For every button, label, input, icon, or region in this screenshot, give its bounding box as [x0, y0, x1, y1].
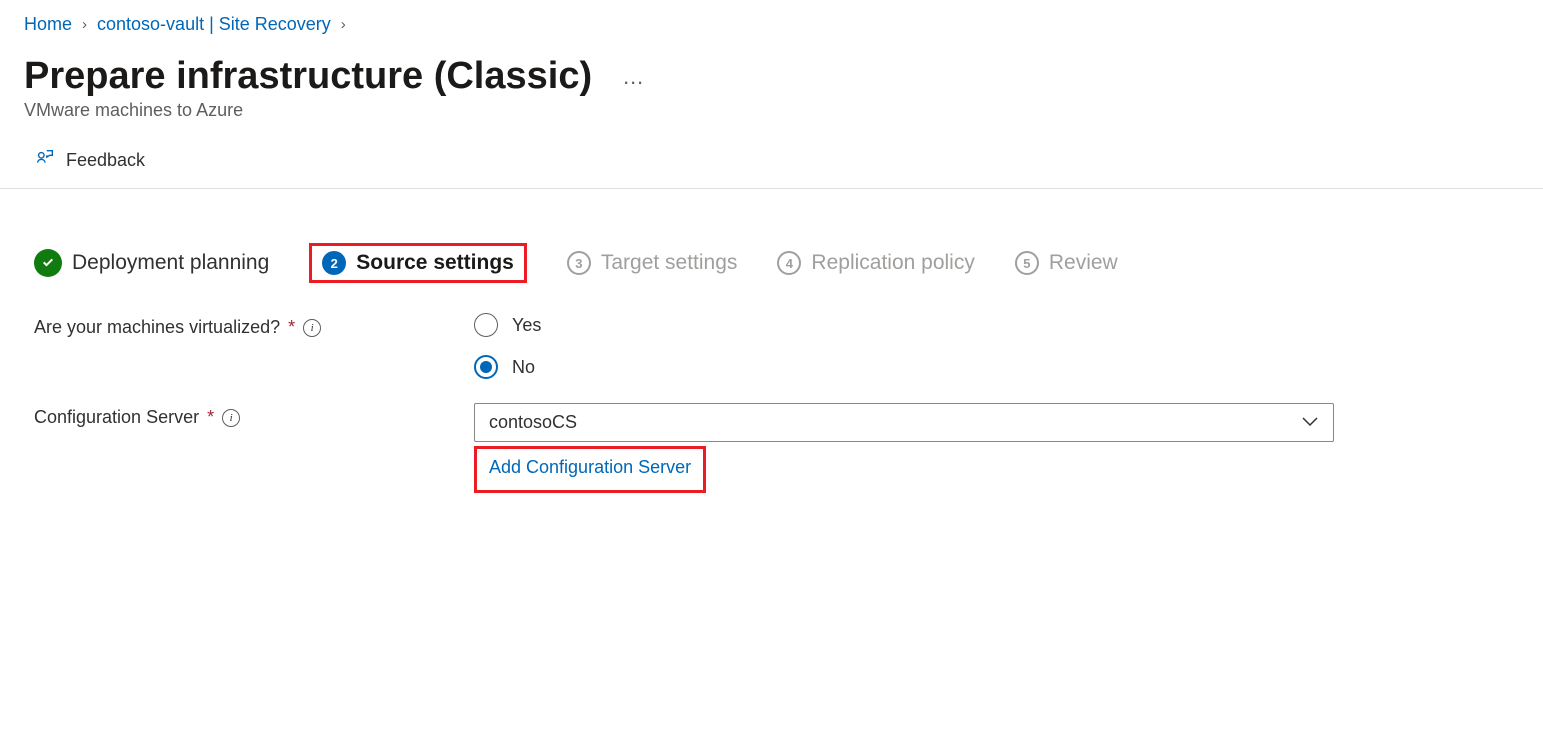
- page-title: Prepare infrastructure (Classic): [24, 55, 592, 98]
- radio-label: Yes: [512, 315, 541, 336]
- virtualized-label-text: Are your machines virtualized?: [34, 317, 280, 338]
- radio-label: No: [512, 357, 535, 378]
- step-number-icon: 3: [567, 251, 591, 275]
- radio-icon: [474, 355, 498, 379]
- step-label: Deployment planning: [72, 251, 269, 275]
- radio-yes[interactable]: Yes: [474, 313, 541, 337]
- more-actions-button[interactable]: …: [622, 64, 646, 90]
- toolbar: Feedback: [0, 137, 1543, 189]
- config-server-controls: contosoCS Add Configuration Server: [474, 403, 1334, 493]
- feedback-button[interactable]: Feedback: [34, 147, 145, 174]
- field-label: Configuration Server * i: [34, 403, 474, 428]
- step-deployment-planning[interactable]: Deployment planning: [34, 249, 269, 277]
- field-label: Are your machines virtualized? * i: [34, 313, 474, 338]
- breadcrumb-home[interactable]: Home: [24, 14, 72, 35]
- field-virtualized: Are your machines virtualized? * i Yes N…: [34, 313, 1509, 379]
- radio-icon: [474, 313, 498, 337]
- chevron-down-icon: [1301, 412, 1319, 433]
- breadcrumb-vault[interactable]: contoso-vault | Site Recovery: [97, 14, 331, 35]
- page-subtitle: VMware machines to Azure: [0, 100, 1543, 137]
- field-configuration-server: Configuration Server * i contosoCS Add C…: [34, 403, 1509, 493]
- configuration-server-dropdown[interactable]: contosoCS: [474, 403, 1334, 442]
- highlight-add-config-server: Add Configuration Server: [474, 446, 706, 493]
- highlight-source-settings: 2 Source settings: [309, 243, 527, 283]
- step-label: Replication policy: [811, 251, 974, 275]
- step-label: Target settings: [601, 251, 738, 275]
- step-replication-policy[interactable]: 4 Replication policy: [777, 251, 974, 275]
- virtualized-radio-group: Yes No: [474, 313, 541, 379]
- feedback-icon: [34, 147, 56, 174]
- chevron-right-icon: ›: [341, 16, 346, 33]
- step-label: Review: [1049, 251, 1118, 275]
- radio-no[interactable]: No: [474, 355, 541, 379]
- step-review[interactable]: 5 Review: [1015, 251, 1118, 275]
- chevron-right-icon: ›: [82, 16, 87, 33]
- step-target-settings[interactable]: 3 Target settings: [567, 251, 738, 275]
- breadcrumb: Home › contoso-vault | Site Recovery ›: [0, 0, 1543, 41]
- step-number-icon: 2: [322, 251, 346, 275]
- step-source-settings[interactable]: 2 Source settings: [322, 251, 514, 275]
- config-server-label-text: Configuration Server: [34, 407, 199, 428]
- info-icon[interactable]: i: [303, 319, 321, 337]
- step-number-icon: 5: [1015, 251, 1039, 275]
- step-number-icon: 4: [777, 251, 801, 275]
- feedback-label: Feedback: [66, 150, 145, 171]
- required-indicator: *: [207, 407, 214, 428]
- page-header: Prepare infrastructure (Classic) …: [0, 41, 1543, 100]
- info-icon[interactable]: i: [222, 409, 240, 427]
- required-indicator: *: [288, 317, 295, 338]
- check-icon: [34, 249, 62, 277]
- wizard-steps: Deployment planning 2 Source settings 3 …: [0, 189, 1543, 313]
- add-configuration-server-link[interactable]: Add Configuration Server: [489, 457, 691, 477]
- step-label: Source settings: [356, 251, 514, 275]
- dropdown-value: contosoCS: [489, 412, 577, 433]
- source-settings-form: Are your machines virtualized? * i Yes N…: [0, 313, 1543, 493]
